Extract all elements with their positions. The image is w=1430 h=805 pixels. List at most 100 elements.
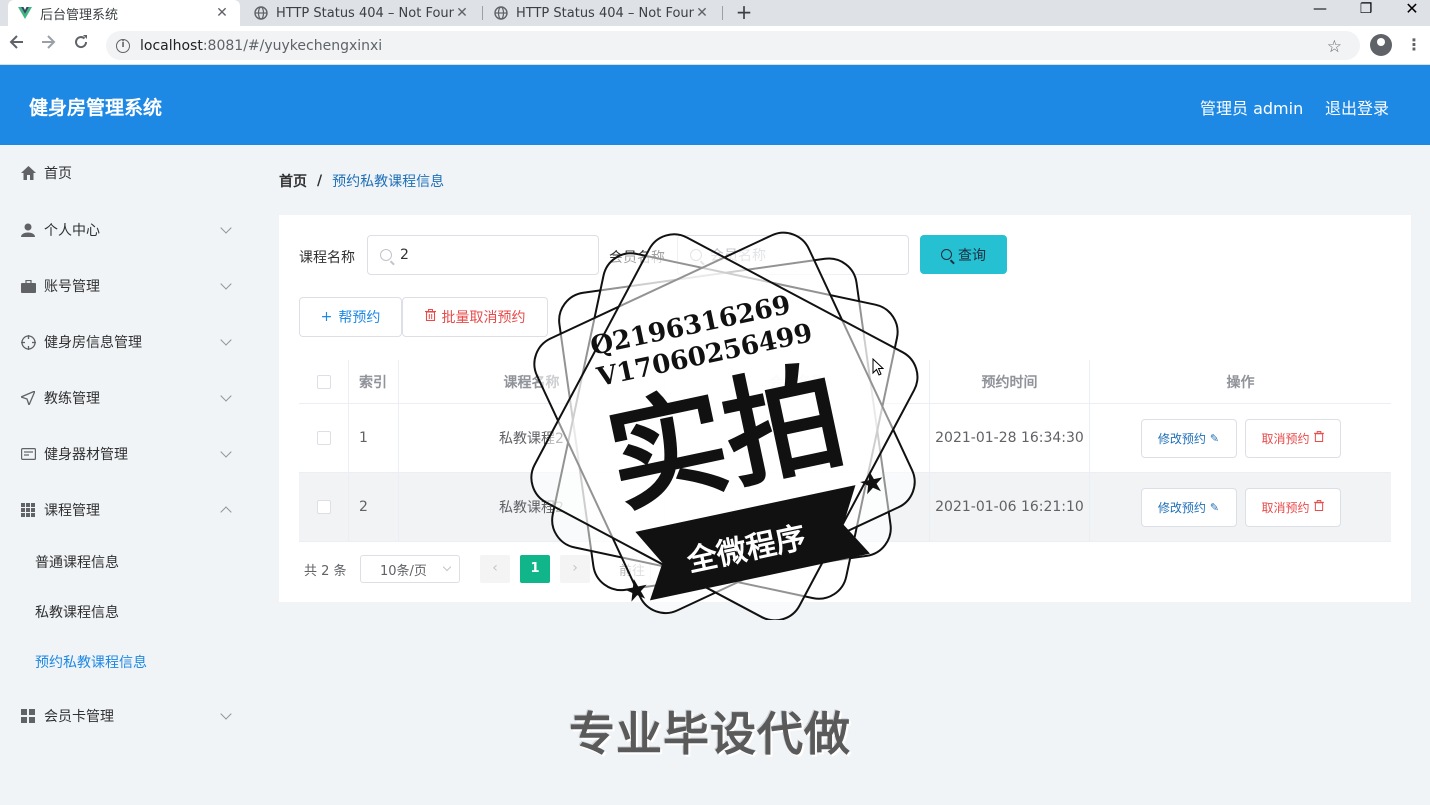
breadcrumb-current: 预约私教课程信息 bbox=[332, 174, 445, 190]
sidebar-item-courses[interactable]: 课程管理 bbox=[0, 482, 255, 538]
edit-booking-label: 修改预约 bbox=[1157, 500, 1206, 515]
page-size-select[interactable]: 10条/页 bbox=[360, 555, 460, 583]
kebab-menu-icon[interactable]: ⋮ bbox=[1406, 34, 1422, 56]
next-page-button[interactable]: › bbox=[560, 555, 590, 583]
row-select bbox=[299, 404, 349, 472]
sidebar-item-membership[interactable]: 会员卡管理 bbox=[0, 688, 255, 744]
minimize-icon[interactable]: — bbox=[1297, 0, 1343, 22]
sidebar-subitem-private-courses[interactable]: 私教课程信息 bbox=[35, 587, 119, 637]
tab-404-1[interactable]: HTTP Status 404 – Not Found ✕ bbox=[244, 0, 480, 26]
course-name-label: 课程名称 bbox=[299, 250, 355, 266]
row-select bbox=[299, 473, 349, 541]
member-name-placeholder: 会员名称 bbox=[710, 248, 766, 264]
add-booking-button[interactable]: + 帮预约 bbox=[299, 297, 402, 337]
bookmark-star-icon[interactable]: ☆ bbox=[1327, 37, 1342, 57]
card-icon bbox=[20, 446, 36, 462]
crosshair-icon bbox=[20, 334, 36, 350]
row-checkbox[interactable] bbox=[316, 500, 331, 514]
sidebar-item-coaches[interactable]: 教练管理 bbox=[0, 370, 255, 426]
breadcrumb-separator: / bbox=[317, 173, 323, 189]
course-name-input[interactable]: 2 bbox=[367, 235, 599, 275]
edit-booking-button[interactable]: 修改预约 ✎ bbox=[1140, 487, 1237, 527]
app-title: 健身房管理系统 bbox=[29, 97, 163, 119]
member-name-label: 会员名称 bbox=[609, 250, 665, 266]
query-button-label: 查询 bbox=[958, 247, 986, 264]
chevron-up-icon bbox=[220, 506, 232, 518]
address-bar[interactable]: i localhost:8081/#/yuykechengxinxi ☆ bbox=[106, 31, 1360, 60]
user-icon bbox=[20, 222, 36, 238]
table-header: 索引 课程名称 会员名称 预约时间 操作 bbox=[299, 360, 1391, 404]
tab-title: 后台管理系统 bbox=[40, 7, 119, 23]
row-course: 私教课程2 bbox=[399, 473, 665, 541]
sidebar-item-label: 课程管理 bbox=[44, 503, 100, 519]
sidebar-item-equipment[interactable]: 健身器材管理 bbox=[0, 426, 255, 482]
plus-icon: + bbox=[320, 309, 333, 325]
tab-separator bbox=[482, 6, 483, 20]
batch-cancel-button[interactable]: 批量取消预约 bbox=[402, 297, 548, 337]
edit-icon: ✎ bbox=[1209, 500, 1220, 514]
page-unit-label: 页 bbox=[700, 564, 714, 579]
row-actions: 修改预约 ✎ 取消预约 bbox=[1090, 404, 1391, 472]
cancel-booking-button[interactable]: 取消预约 bbox=[1244, 487, 1341, 527]
select-all-checkbox[interactable] bbox=[316, 374, 331, 389]
search-icon bbox=[690, 249, 702, 261]
info-icon[interactable]: i bbox=[116, 38, 130, 53]
trash-icon bbox=[424, 309, 436, 325]
sidebar-item-accounts[interactable]: 账号管理 bbox=[0, 258, 255, 314]
edit-booking-button[interactable]: 修改预约 ✎ bbox=[1140, 418, 1237, 458]
tab-title: HTTP Status 404 – Not Found bbox=[276, 5, 454, 21]
row-checkbox[interactable] bbox=[316, 431, 331, 445]
row-course: 私教课程2 bbox=[399, 404, 665, 472]
globe-icon bbox=[254, 6, 268, 20]
breadcrumb-home[interactable]: 首页 bbox=[279, 171, 307, 191]
tab-separator bbox=[722, 6, 723, 20]
goto-label: 前往 bbox=[619, 564, 646, 579]
row-member bbox=[665, 473, 930, 541]
cancel-booking-button[interactable]: 取消预约 bbox=[1244, 418, 1341, 458]
table-row: 2 私教课程2 2021-01-06 16:21:10 修改预约 ✎ 取消预约 bbox=[299, 473, 1391, 542]
edit-booking-label: 修改预约 bbox=[1157, 431, 1206, 446]
query-button[interactable]: 查询 bbox=[920, 235, 1007, 274]
back-icon[interactable] bbox=[6, 34, 28, 56]
cancel-booking-label: 取消预约 bbox=[1261, 500, 1310, 515]
column-header-actions: 操作 bbox=[1226, 374, 1255, 391]
row-time: 2021-01-06 16:21:10 bbox=[930, 473, 1090, 541]
apps-icon bbox=[20, 708, 36, 724]
column-header-member: 会员名称 bbox=[665, 360, 930, 403]
reload-icon[interactable] bbox=[70, 34, 92, 56]
tab-admin[interactable]: 后台管理系统 ✕ bbox=[8, 0, 240, 26]
tab-404-2[interactable]: HTTP Status 404 – Not Found ✕ bbox=[484, 0, 720, 26]
forward-icon[interactable] bbox=[37, 34, 59, 56]
row-index: 1 bbox=[349, 404, 399, 472]
sidebar-item-label: 个人中心 bbox=[44, 223, 100, 239]
goto-page-input[interactable]: 1 bbox=[650, 555, 696, 583]
page-number-current[interactable]: 1 bbox=[520, 555, 550, 583]
row-time: 2021-01-28 16:34:30 bbox=[930, 404, 1090, 472]
prev-page-button[interactable]: ‹ bbox=[480, 555, 510, 583]
close-icon[interactable]: ✕ bbox=[694, 5, 710, 21]
trash-icon bbox=[1313, 500, 1324, 514]
close-icon[interactable]: ✕ bbox=[454, 5, 470, 21]
profile-icon[interactable] bbox=[1370, 34, 1392, 56]
sidebar-item-gym-info[interactable]: 健身房信息管理 bbox=[0, 314, 255, 370]
restore-icon[interactable]: ❐ bbox=[1343, 0, 1389, 22]
app-header: 健身房管理系统 管理员 admin 退出登录 bbox=[0, 65, 1430, 145]
window-close-icon[interactable]: ✕ bbox=[1389, 0, 1430, 22]
sidebar-subitem-regular-courses[interactable]: 普通课程信息 bbox=[35, 537, 119, 587]
close-icon[interactable]: ✕ bbox=[214, 5, 230, 21]
sidebar-subitem-private-bookings[interactable]: 预约私教课程信息 bbox=[35, 637, 147, 687]
sidebar-item-home[interactable]: 首页 bbox=[0, 145, 255, 201]
mouse-cursor-icon bbox=[872, 358, 884, 376]
sidebar-item-label: 账号管理 bbox=[44, 279, 100, 295]
logout-link[interactable]: 退出登录 bbox=[1325, 95, 1389, 119]
new-tab-icon[interactable]: + bbox=[732, 0, 756, 26]
column-header-time: 预约时间 bbox=[930, 360, 1090, 403]
chevron-down-icon bbox=[220, 708, 232, 720]
add-booking-label: 帮预约 bbox=[338, 310, 381, 326]
sidebar-item-label: 健身房信息管理 bbox=[44, 335, 142, 351]
breadcrumb: 首页 / 预约私教课程信息 bbox=[279, 171, 444, 191]
row-actions: 修改预约 ✎ 取消预约 bbox=[1090, 473, 1391, 541]
member-name-input[interactable]: 会员名称 bbox=[677, 235, 909, 275]
search-icon bbox=[380, 249, 392, 261]
sidebar-item-profile[interactable]: 个人中心 bbox=[0, 202, 255, 258]
